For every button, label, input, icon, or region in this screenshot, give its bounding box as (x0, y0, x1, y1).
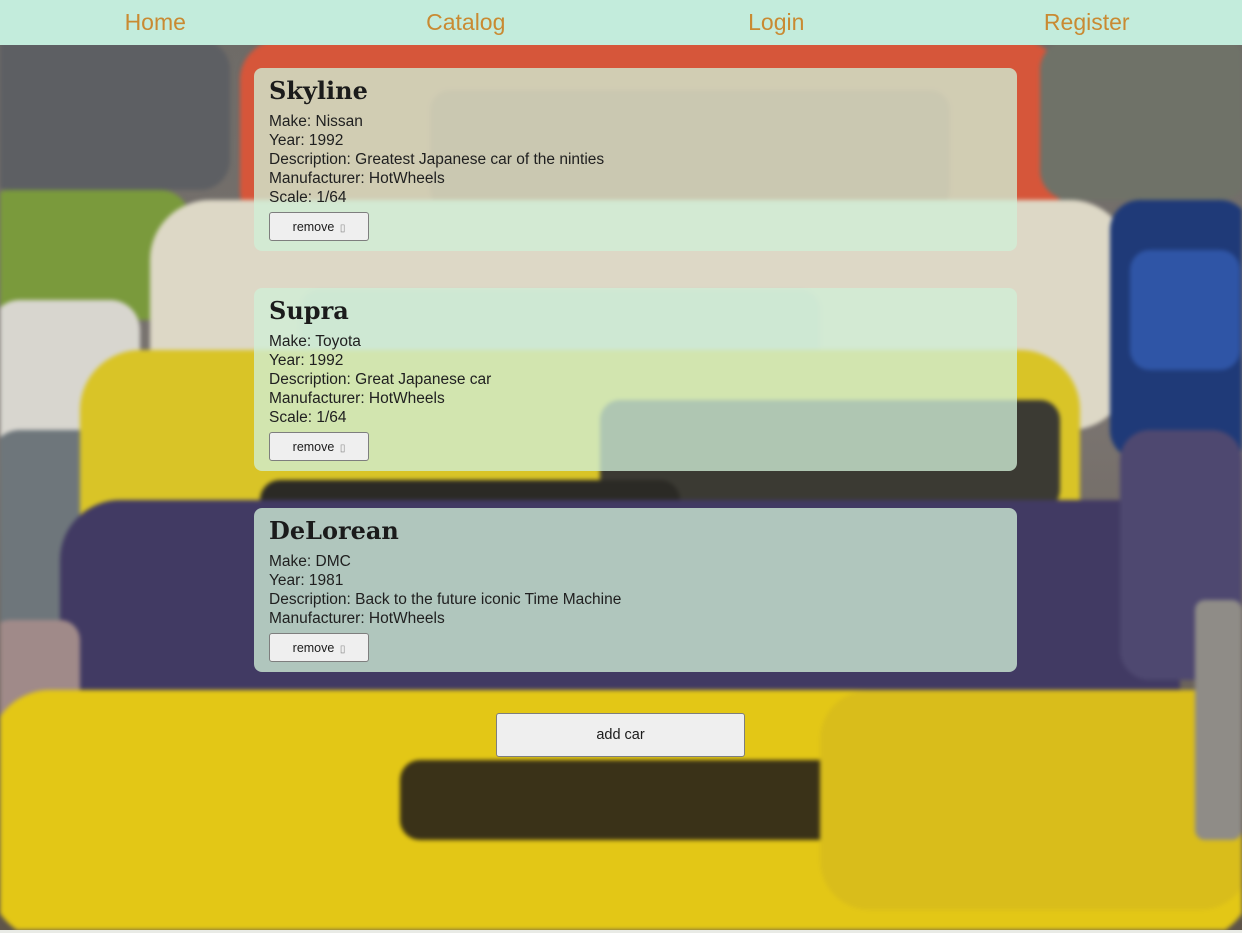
car-scale: Scale: 1/64 (269, 189, 347, 206)
car-make: Make: Nissan (269, 113, 363, 130)
car-make: Make: DMC (269, 553, 351, 570)
nav-login-link[interactable]: Login (621, 0, 932, 45)
car-year: Year: 1992 (269, 352, 344, 369)
nav-catalog-link[interactable]: Catalog (311, 0, 622, 45)
remove-button[interactable]: remove ▯ (269, 633, 369, 662)
car-list: Skyline Make: Nissan Year: 1992 Descript… (254, 68, 1017, 709)
top-nav: Home Catalog Login Register (0, 0, 1242, 45)
car-title: Skyline (269, 76, 368, 105)
car-card-delorean: DeLorean Make: DMC Year: 1981 Descriptio… (254, 508, 1017, 672)
car-description: Description: Greatest Japanese car of th… (269, 151, 605, 168)
remove-button[interactable]: remove ▯ (269, 212, 369, 241)
car-title: DeLorean (269, 516, 399, 545)
car-description: Description: Back to the future iconic T… (269, 591, 622, 608)
remove-label: remove (292, 640, 338, 655)
nav-home-link[interactable]: Home (0, 0, 311, 45)
car-manufacturer: Manufacturer: HotWheels (269, 390, 445, 407)
car-description: Description: Great Japanese car (269, 371, 492, 388)
trash-icon: ▯ (339, 222, 346, 234)
car-manufacturer: Manufacturer: HotWheels (269, 170, 445, 187)
car-year: Year: 1981 (269, 572, 344, 589)
car-card-supra: Supra Make: Toyota Year: 1992 Descriptio… (254, 288, 1017, 471)
car-year: Year: 1992 (269, 132, 344, 149)
car-scale: Scale: 1/64 (269, 409, 347, 426)
trash-icon: ▯ (339, 442, 346, 454)
nav-register-link[interactable]: Register (932, 0, 1242, 45)
remove-button[interactable]: remove ▯ (269, 432, 369, 461)
car-manufacturer: Manufacturer: HotWheels (269, 610, 445, 627)
remove-label: remove (292, 219, 338, 234)
remove-label: remove (292, 439, 338, 454)
car-make: Make: Toyota (269, 333, 361, 350)
car-card-skyline: Skyline Make: Nissan Year: 1992 Descript… (254, 68, 1017, 251)
car-title: Supra (269, 296, 349, 325)
trash-icon: ▯ (339, 643, 346, 655)
add-car-button[interactable]: add car (496, 713, 745, 757)
